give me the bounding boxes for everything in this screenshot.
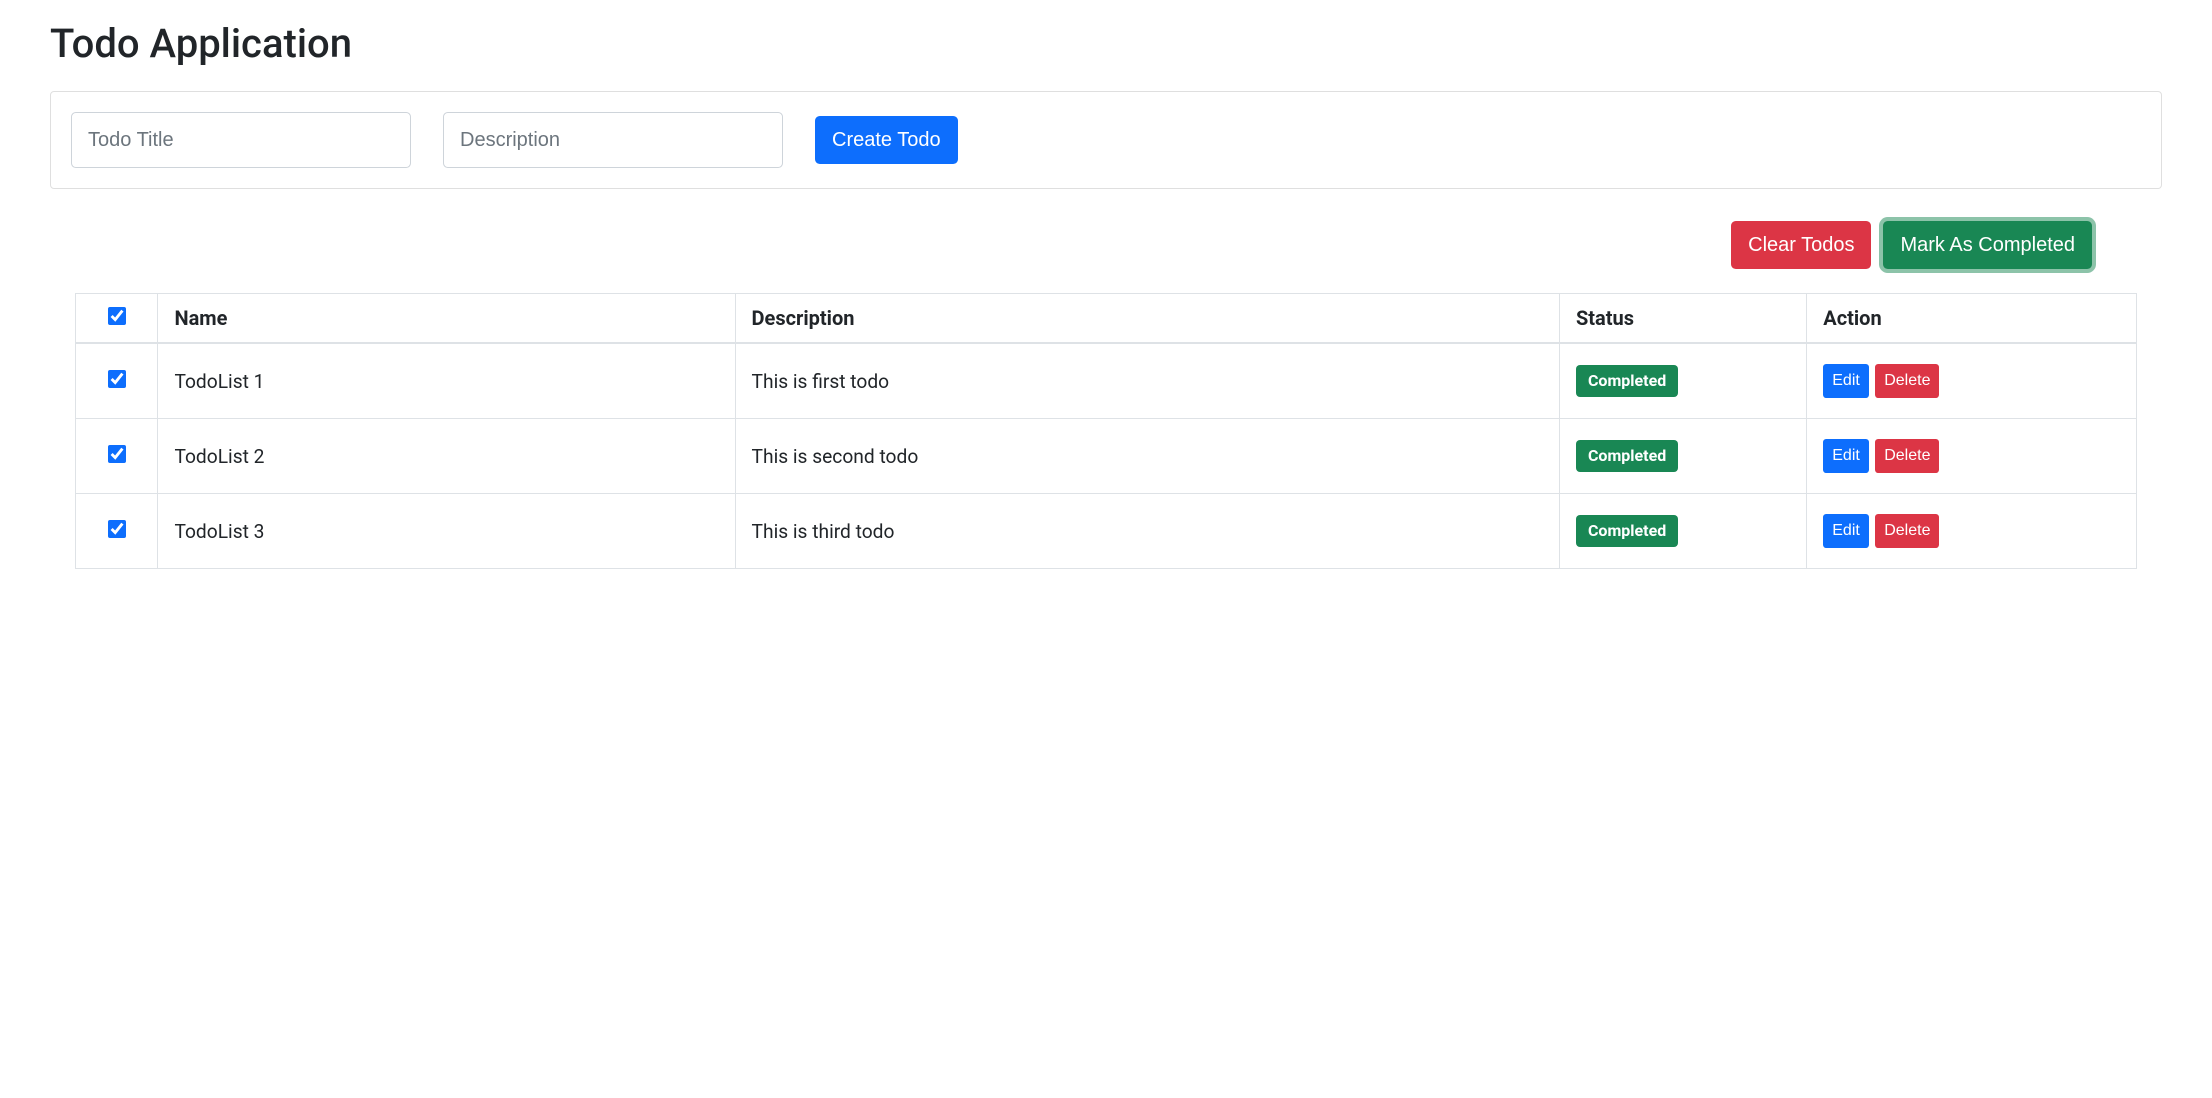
- edit-button[interactable]: Edit: [1823, 364, 1869, 398]
- table-row: TodoList 3This is third todo Completed Edi…: [76, 494, 2137, 569]
- column-header-name: Name: [158, 294, 735, 344]
- create-todo-button[interactable]: Create Todo: [815, 116, 958, 164]
- column-header-description: Description: [735, 294, 1559, 344]
- status-badge: Completed: [1576, 515, 1678, 547]
- todos-table: Name Description Status Action TodoList …: [75, 293, 2137, 569]
- table-row: TodoList 2This is second todo Completed Ed…: [76, 419, 2137, 494]
- select-all-checkbox[interactable]: [108, 307, 126, 325]
- row-checkbox[interactable]: [108, 520, 126, 538]
- mark-as-completed-button[interactable]: Mark As Completed: [1883, 221, 2092, 269]
- status-badge: Completed: [1576, 440, 1678, 472]
- page-title: Todo Application: [50, 20, 2162, 67]
- edit-button[interactable]: Edit: [1823, 439, 1869, 473]
- todo-title-input[interactable]: [71, 112, 411, 168]
- row-name: TodoList 3: [158, 494, 735, 569]
- column-header-status: Status: [1559, 294, 1806, 344]
- row-name: TodoList 2: [158, 419, 735, 494]
- create-todo-card: Create Todo: [50, 91, 2162, 189]
- row-name: TodoList 1: [158, 343, 735, 419]
- delete-button[interactable]: Delete: [1875, 364, 1939, 398]
- edit-button[interactable]: Edit: [1823, 514, 1869, 548]
- row-checkbox[interactable]: [108, 370, 126, 388]
- row-description: This is third todo: [735, 494, 1559, 569]
- todo-description-input[interactable]: [443, 112, 783, 168]
- delete-button[interactable]: Delete: [1875, 514, 1939, 548]
- column-header-action: Action: [1807, 294, 2137, 344]
- row-description: This is second todo: [735, 419, 1559, 494]
- row-checkbox[interactable]: [108, 445, 126, 463]
- delete-button[interactable]: Delete: [1875, 439, 1939, 473]
- clear-todos-button[interactable]: Clear Todos: [1731, 221, 1871, 269]
- status-badge: Completed: [1576, 365, 1678, 397]
- row-description: This is first todo: [735, 343, 1559, 419]
- table-row: TodoList 1This is first todo Completed Edi…: [76, 343, 2137, 419]
